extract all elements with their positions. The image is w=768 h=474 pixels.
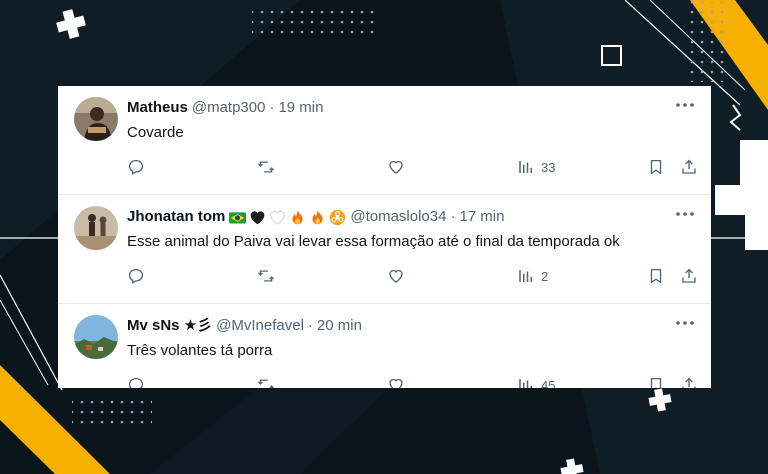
share-button[interactable] [680,265,698,287]
share-button[interactable] [680,374,698,388]
views-count: 33 [541,159,556,175]
user-handle[interactable]: @MvInefavel [216,317,304,335]
more-icon[interactable] [673,314,697,332]
reply-button[interactable] [127,265,145,287]
more-icon[interactable] [673,96,697,114]
action-bar: 45 [58,374,711,388]
action-bar: 2 [58,265,711,287]
more-icon[interactable] [673,205,697,223]
tweet[interactable]: Jhonatan tom @tomaslolo34 · 17 min Esse … [58,195,711,304]
display-name[interactable]: Matheus [127,99,188,117]
fire-icon [292,209,303,224]
tweet-header: Jhonatan tom @tomaslolo34 · 17 min [127,208,661,226]
fire-icon [312,209,323,224]
bookmark-button[interactable] [647,265,665,287]
views-button[interactable]: 2 [517,265,548,287]
retweet-button[interactable] [257,265,275,287]
like-icon [389,378,403,388]
avatar[interactable] [74,97,118,141]
separator: · [450,208,456,225]
tweet-header: Matheus @matp300 · 19 min [127,99,661,117]
reply-button[interactable] [127,374,145,388]
retweet-icon [258,270,274,282]
separator: · [269,99,275,116]
tweet-header: Mv sNs ★彡 @MvInefavel · 20 min [127,317,661,335]
like-icon [389,269,403,283]
biohazard-icon [330,209,346,225]
tweet[interactable]: Matheus @matp300 · 19 min Covarde 33 [58,86,711,195]
views-count: 45 [541,377,556,389]
display-name[interactable]: Jhonatan tom [127,208,225,226]
bookmark-button[interactable] [647,374,665,388]
tweet-text: Esse animal do Paiva vai levar essa form… [127,233,620,250]
share-icon [682,268,696,283]
share-icon [682,377,696,388]
tweet[interactable]: Mv sNs ★彡 @MvInefavel · 20 min Três vola… [58,304,711,388]
separator: · [307,317,313,334]
retweet-button[interactable] [257,374,275,388]
like-button[interactable] [387,265,405,287]
bookmark-icon [650,159,662,175]
views-button[interactable]: 33 [517,156,555,178]
action-bar: 33 [58,156,711,178]
retweet-icon [258,379,274,388]
tweet-text: Covarde [127,124,184,141]
share-icon [682,159,696,174]
views-icon [519,379,532,388]
user-handle[interactable]: @tomaslolo34 [350,208,446,226]
avatar[interactable] [74,206,118,250]
name-emojis [229,209,346,226]
reply-icon [128,268,144,284]
display-name[interactable]: Mv sNs ★彡 [127,317,212,335]
tweet-text: Três volantes tá porra [127,342,273,359]
bookmark-icon [650,377,662,388]
timestamp[interactable]: 20 min [317,317,362,335]
reply-icon [128,377,144,388]
timestamp[interactable]: 19 min [278,99,323,117]
like-icon [389,160,403,174]
white-heart-icon [270,210,286,225]
views-icon [519,270,532,282]
tweet-list-card: Matheus @matp300 · 19 min Covarde 33 Jho… [58,86,711,388]
bookmark-button[interactable] [647,156,665,178]
share-button[interactable] [680,156,698,178]
reply-button[interactable] [127,156,145,178]
timestamp[interactable]: 17 min [459,208,504,226]
retweet-icon [258,161,274,173]
black-heart-icon [251,210,265,224]
avatar[interactable] [74,315,118,359]
like-button[interactable] [387,374,405,388]
views-count: 2 [541,268,549,284]
user-handle[interactable]: @matp300 [192,99,266,117]
bookmark-icon [650,268,662,284]
retweet-button[interactable] [257,156,275,178]
views-button[interactable]: 45 [517,374,555,388]
reply-icon [128,159,144,175]
views-icon [519,161,532,173]
brazil-flag-icon [229,211,247,223]
like-button[interactable] [387,156,405,178]
